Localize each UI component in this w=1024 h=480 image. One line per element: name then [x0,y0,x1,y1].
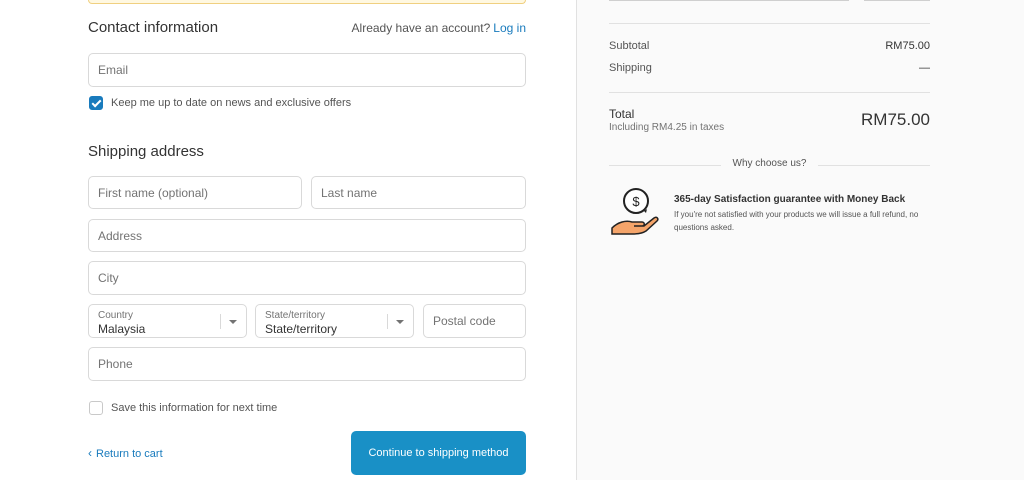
select-divider [220,314,221,329]
country-select[interactable]: Country Malaysia [88,304,247,338]
continue-to-shipping-button[interactable]: Continue to shipping method [351,431,526,475]
return-to-cart-link[interactable]: ‹ Return to cart [88,446,163,460]
postal-code-field[interactable] [423,304,526,338]
address-field[interactable] [88,219,526,252]
country-select-value: Malaysia [98,322,146,336]
save-info-checkbox[interactable] [89,401,103,415]
state-select-value: State/territory [265,322,338,336]
account-prompt-text: Already have an account? [351,21,491,35]
tax-note: Including RM4.25 in taxes [609,122,725,133]
subtotal-value: RM75.00 [885,40,930,52]
state-select[interactable]: State/territory State/territory [255,304,414,338]
city-field[interactable] [88,261,526,295]
chevron-down-icon [396,320,404,324]
money-back-hand-icon: $ [611,188,659,235]
total-label: Total [609,107,635,121]
notice-bar [88,0,526,4]
summary-top-divider [609,0,849,1]
select-divider [387,314,388,329]
phone-field[interactable] [88,347,526,381]
summary-top-divider-secondary [864,0,930,1]
address-input[interactable] [89,220,525,251]
state-select-label: State/territory [265,310,326,321]
account-prompt: Already have an account? Log in [352,21,526,35]
email-field[interactable] [88,53,526,87]
save-info-label: Save this information for next time [111,402,278,414]
chevron-left-icon: ‹ [88,446,92,460]
phone-input[interactable] [89,348,525,380]
last-name-field[interactable] [311,176,526,209]
why-choose-us-heading: Why choose us? [609,158,930,169]
newsletter-checkbox[interactable] [89,96,103,110]
chevron-down-icon [229,320,237,324]
svg-text:$: $ [632,194,640,209]
summary-divider [609,92,930,93]
guarantee-title: 365-day Satisfaction guarantee with Mone… [674,194,906,205]
login-link[interactable]: Log in [493,21,526,35]
contact-section-title: Contact information [88,19,219,36]
first-name-field[interactable] [88,176,302,209]
shipping-label: Shipping [609,62,652,74]
summary-divider [609,23,930,24]
country-select-label: Country [98,310,134,321]
shipping-section-title: Shipping address [88,143,204,160]
city-input[interactable] [89,262,525,294]
subtotal-label: Subtotal [609,40,650,52]
last-name-input[interactable] [312,177,525,208]
shipping-value: — [919,62,930,74]
postal-code-input[interactable] [424,305,525,337]
why-choose-us-label: Why choose us? [720,158,819,169]
return-to-cart-label: Return to cart [96,448,163,460]
guarantee-body: If you're not satisfied with your produc… [674,210,919,232]
email-input[interactable] [89,54,525,86]
newsletter-label: Keep me up to date on news and exclusive… [111,97,352,109]
checkout-form-panel: Contact information Already have an acco… [0,0,576,480]
first-name-input[interactable] [89,177,301,208]
total-value: RM75.00 [861,110,930,129]
